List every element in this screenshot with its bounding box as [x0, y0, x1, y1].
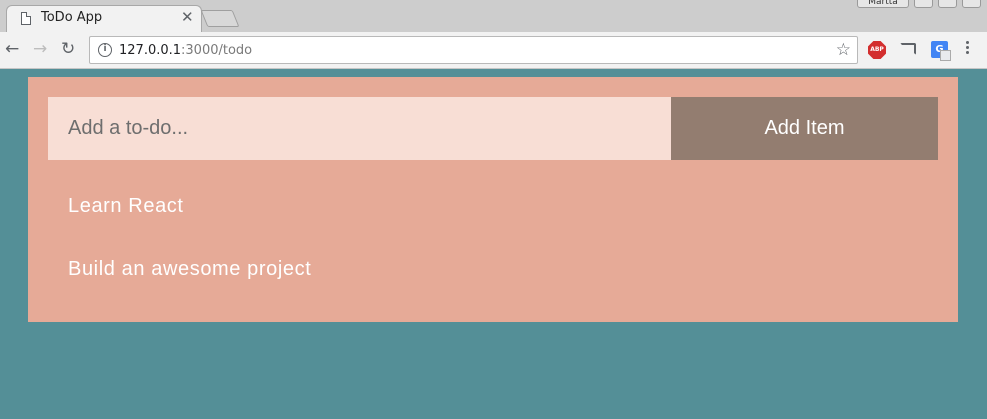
tab-title: ToDo App — [41, 10, 103, 25]
forward-arrow-icon[interactable]: → — [33, 39, 47, 59]
reload-icon[interactable]: ↻ — [61, 39, 75, 59]
close-icon[interactable]: ✕ — [181, 9, 194, 25]
back-arrow-icon[interactable]: ← — [5, 39, 19, 59]
abp-icon[interactable]: ABP — [868, 41, 886, 59]
document-icon — [21, 12, 31, 25]
todo-item[interactable]: Build an awesome project — [68, 258, 311, 281]
maximize-button[interactable] — [938, 0, 957, 8]
window-user-button[interactable]: Martta — [857, 0, 909, 8]
bookmark-star-icon[interactable]: ☆ — [836, 40, 851, 60]
info-icon[interactable]: i — [98, 43, 112, 57]
new-tab-button[interactable] — [200, 10, 240, 27]
browser-tab[interactable]: ToDo App ✕ — [6, 5, 202, 32]
browser-toolbar: ← → ↻ i 127.0.0.1:3000/todo ☆ ABP G — [0, 32, 987, 69]
url-text: 127.0.0.1:3000/todo — [119, 43, 253, 58]
todo-item[interactable]: Learn React — [68, 195, 184, 218]
address-bar[interactable]: i 127.0.0.1:3000/todo ☆ — [89, 36, 858, 64]
todo-card: Add Item Learn React Build an awesome pr… — [28, 77, 958, 322]
todo-input[interactable] — [48, 97, 671, 160]
window-close-button[interactable] — [962, 0, 981, 8]
cast-icon[interactable] — [900, 43, 916, 55]
minimize-button[interactable] — [914, 0, 933, 8]
google-translate-icon[interactable]: G — [931, 41, 951, 61]
menu-dots-icon[interactable] — [966, 41, 970, 56]
add-item-button[interactable]: Add Item — [671, 97, 938, 160]
browser-titlebar: ToDo App ✕ Martta — [0, 0, 987, 32]
